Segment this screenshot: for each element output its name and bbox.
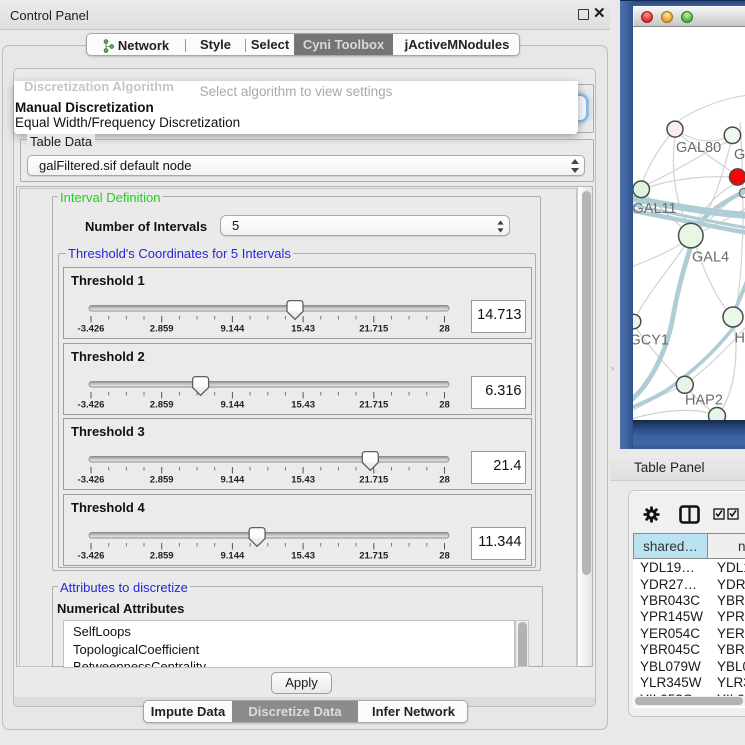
- svg-text:28: 28: [439, 475, 450, 486]
- svg-text:28: 28: [439, 550, 450, 561]
- svg-text:GAL11: GAL11: [633, 201, 677, 217]
- svg-text:-3.426: -3.426: [78, 399, 105, 410]
- svg-text:GCY1: GCY1: [633, 333, 669, 349]
- svg-text:2.859: 2.859: [150, 399, 174, 410]
- svg-text:C: C: [738, 186, 745, 202]
- svg-text:2.859: 2.859: [150, 324, 174, 335]
- svg-text:21.715: 21.715: [359, 324, 389, 335]
- svg-text:GAL4: GAL4: [692, 250, 729, 266]
- svg-text:HAP2: HAP2: [685, 393, 723, 409]
- svg-text:GAL80: GAL80: [676, 140, 721, 156]
- svg-text:2.859: 2.859: [150, 550, 174, 561]
- svg-text:-3.426: -3.426: [78, 475, 105, 486]
- svg-text:9.144: 9.144: [221, 399, 245, 410]
- svg-text:21.715: 21.715: [359, 550, 389, 561]
- svg-text:28: 28: [439, 324, 450, 335]
- svg-text:GA: GA: [734, 147, 745, 163]
- svg-text:-3.426: -3.426: [78, 324, 105, 335]
- svg-text:28: 28: [439, 399, 450, 410]
- svg-text:-3.426: -3.426: [78, 550, 105, 561]
- svg-text:15.43: 15.43: [291, 324, 315, 335]
- svg-text:21.715: 21.715: [359, 475, 389, 486]
- svg-text:15.43: 15.43: [291, 475, 315, 486]
- svg-text:2.859: 2.859: [150, 475, 174, 486]
- svg-text:H: H: [735, 331, 745, 347]
- svg-text:21.715: 21.715: [359, 399, 389, 410]
- svg-text:15.43: 15.43: [291, 550, 315, 561]
- svg-text:9.144: 9.144: [221, 550, 245, 561]
- svg-text:9.144: 9.144: [221, 475, 245, 486]
- svg-text:9.144: 9.144: [221, 324, 245, 335]
- svg-text:15.43: 15.43: [291, 399, 315, 410]
